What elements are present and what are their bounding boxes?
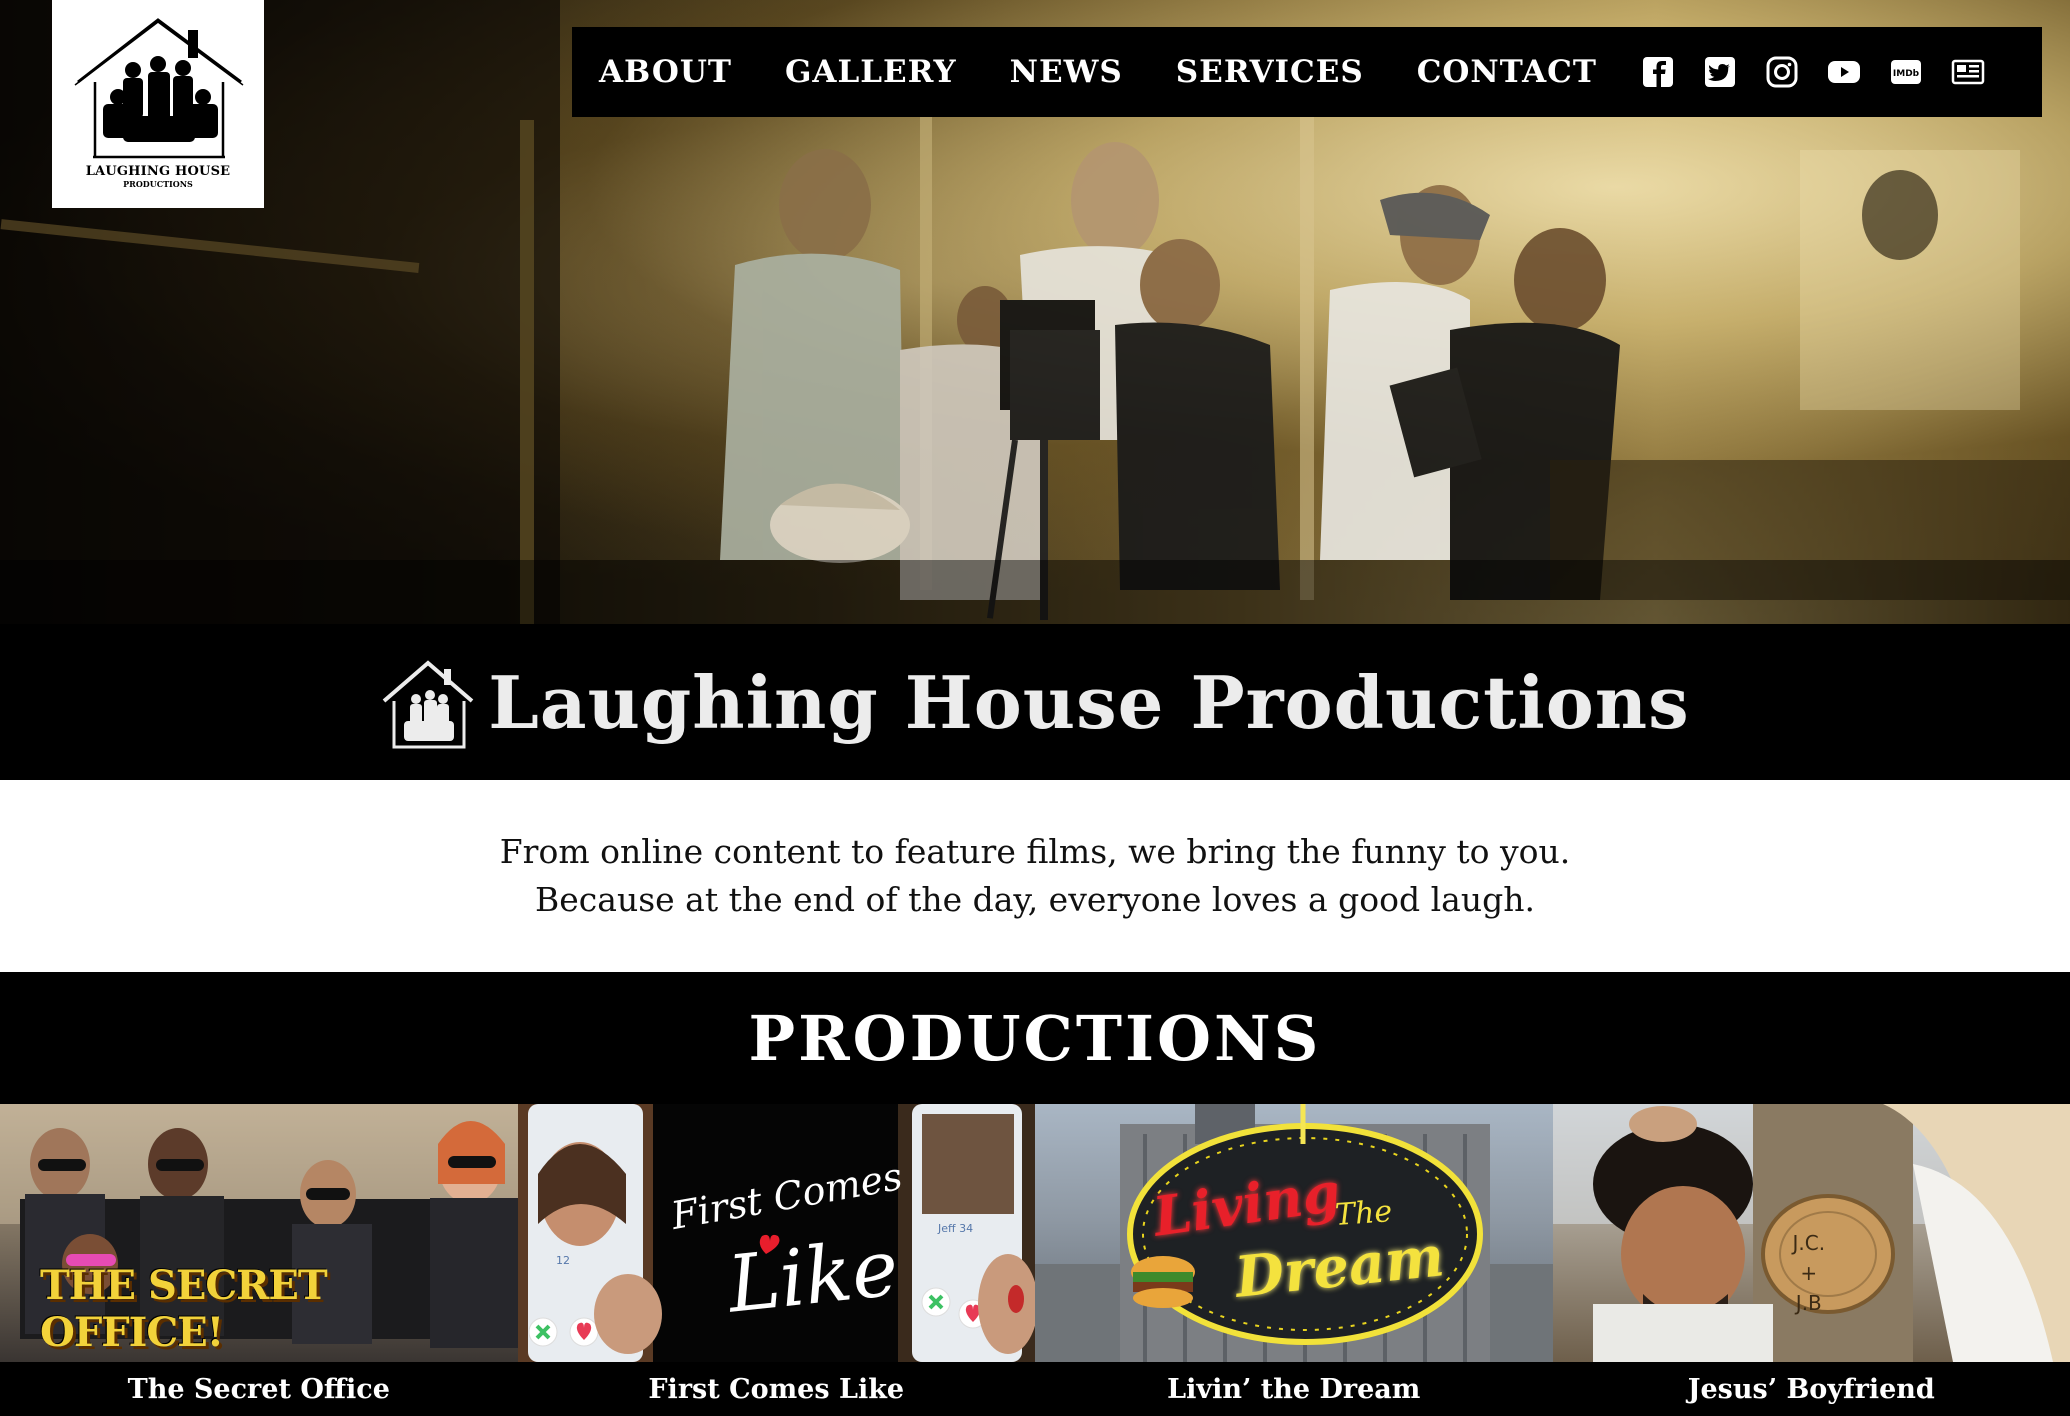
- production-caption[interactable]: First Comes Like: [518, 1362, 1036, 1416]
- nav-link-services[interactable]: SERVICES: [1176, 54, 1364, 90]
- logo-house-icon: [74, 18, 244, 159]
- phone-right-label: Jeff 34: [937, 1222, 973, 1235]
- production-thumbnail[interactable]: Living The Dream: [1035, 1104, 1553, 1362]
- social-icons: IMDb: [1640, 54, 2012, 90]
- imdb-icon[interactable]: IMDb: [1888, 54, 1924, 90]
- carving-plus: +: [1800, 1261, 1818, 1285]
- logo-subtitle: PRODUCTIONS: [123, 179, 193, 189]
- site-logo[interactable]: LAUGHING HOUSE PRODUCTIONS: [52, 0, 264, 208]
- nav-link-contact[interactable]: CONTACT: [1417, 54, 1597, 90]
- livin-the-dream-poster: [1035, 1104, 1553, 1362]
- production-caption[interactable]: Jesus’ Boyfriend: [1553, 1362, 2070, 1416]
- imdb-label: IMDb: [1893, 69, 1920, 79]
- page-title: Laughing House Productions: [488, 659, 1690, 745]
- facebook-icon[interactable]: [1640, 54, 1676, 90]
- logo-name: LAUGHING HOUSE: [85, 164, 231, 179]
- livin-the-dream-art-line-2: The: [1333, 1194, 1394, 1233]
- tagline-line-2: Because at the end of the day, everyone …: [535, 880, 1535, 919]
- production-card-first-comes-like[interactable]: 12 Jeff 34 First Comes Like First Comes …: [517, 1104, 1036, 1416]
- house-logo-icon: [382, 660, 474, 749]
- phone-left-count: 12: [556, 1254, 570, 1267]
- jesus-boyfriend-carving: J.C. + J.B: [1793, 1228, 1826, 1318]
- newsletter-icon[interactable]: [1950, 54, 1986, 90]
- tagline-section: From online content to feature films, we…: [0, 780, 2070, 972]
- production-card-secret-office[interactable]: THE SECRET OFFICE! The Secret Office: [0, 1104, 518, 1416]
- carving-initials-1: J.C.: [1792, 1231, 1826, 1255]
- hero-banner: LAUGHING HOUSE PRODUCTIONS ABOUT GALLERY…: [0, 0, 2070, 624]
- nav-link-gallery[interactable]: GALLERY: [785, 54, 957, 90]
- production-caption[interactable]: The Secret Office: [0, 1362, 518, 1416]
- title-band: Laughing House Productions: [0, 624, 2070, 780]
- twitter-icon[interactable]: [1702, 54, 1738, 90]
- tagline-line-1: From online content to feature films, we…: [499, 832, 1571, 871]
- production-thumbnail[interactable]: J.C. + J.B: [1552, 1104, 2070, 1362]
- productions-grid: THE SECRET OFFICE! The Secret Office 12 …: [0, 1104, 2070, 1416]
- carving-initials-2: J.B: [1795, 1291, 1822, 1315]
- production-card-livin-the-dream[interactable]: Living The Dream Livin’ the Dream: [1035, 1104, 1553, 1416]
- production-card-jesus-boyfriend[interactable]: J.C. + J.B Jesus’ Boyfriend: [1552, 1104, 2070, 1416]
- productions-heading: PRODUCTIONS: [748, 1001, 1322, 1075]
- production-thumbnail[interactable]: 12 Jeff 34 First Comes Like: [517, 1104, 1035, 1362]
- production-caption[interactable]: Livin’ the Dream: [1035, 1362, 1553, 1416]
- secret-office-art-title: THE SECRET OFFICE!: [40, 1262, 328, 1356]
- productions-header: PRODUCTIONS: [0, 972, 2070, 1104]
- instagram-icon[interactable]: [1764, 54, 1800, 90]
- production-thumbnail[interactable]: THE SECRET OFFICE!: [0, 1104, 518, 1362]
- youtube-icon[interactable]: [1826, 54, 1862, 90]
- nav-link-about[interactable]: ABOUT: [599, 54, 732, 90]
- main-navigation: ABOUT GALLERY NEWS SERVICES CONTACT IMDb: [572, 27, 2042, 117]
- nav-link-news[interactable]: NEWS: [1010, 54, 1123, 90]
- first-comes-like-art-line-2: Like: [723, 1223, 902, 1331]
